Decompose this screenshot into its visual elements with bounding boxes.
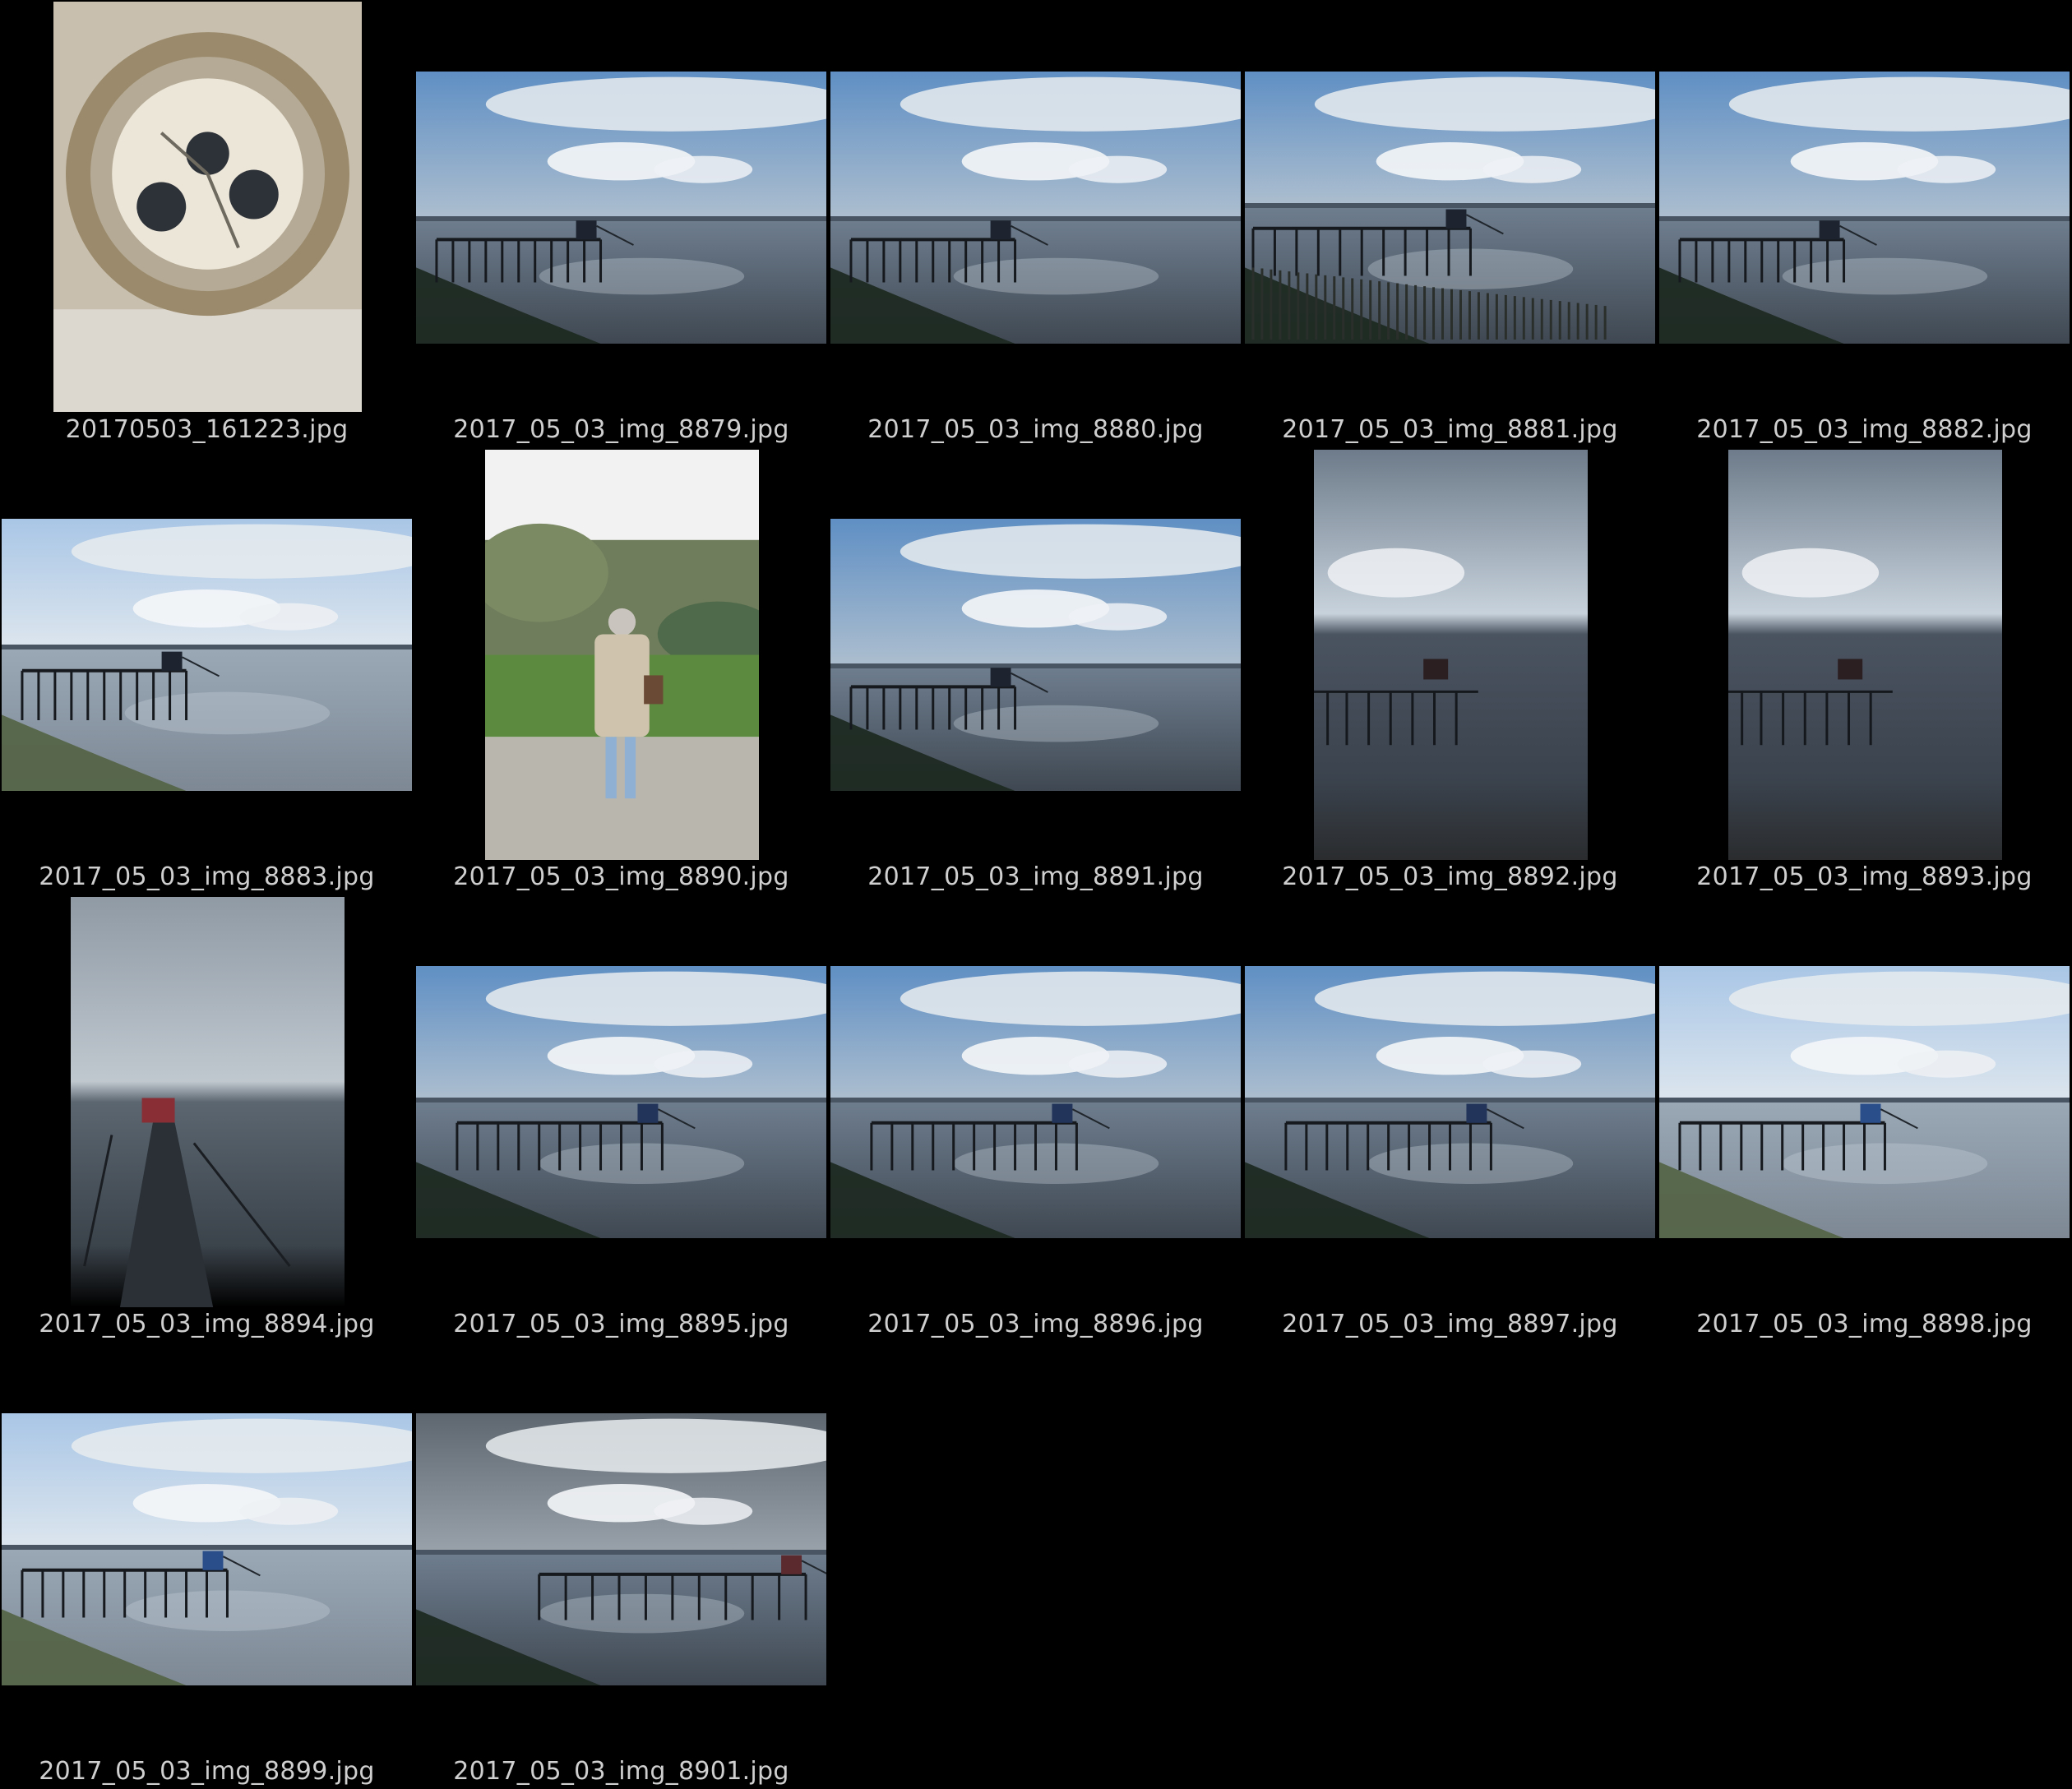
thumbnail-image[interactable] [416,72,826,344]
thumbnail-image[interactable] [1245,966,1655,1238]
thumbnail-filename: 2017_05_03_img_8883.jpg [39,862,375,891]
thumbnail-image[interactable] [1659,966,2070,1238]
thumbnail-filename: 2017_05_03_img_8894.jpg [39,1310,375,1338]
thumbnail-image[interactable] [1314,450,1588,860]
thumbnail-filename: 2017_05_03_img_8899.jpg [39,1757,375,1786]
thumbnail-image[interactable] [53,2,362,412]
thumbnail-image[interactable] [830,966,1241,1238]
thumbnail-image[interactable] [2,1413,412,1685]
thumbnail-image[interactable] [1728,450,2002,860]
thumbnail-filename: 2017_05_03_img_8882.jpg [1696,415,2033,444]
thumbnail-image[interactable] [71,897,345,1307]
thumbnail-image[interactable] [416,1413,826,1685]
thumbnail-filename: 20170503_161223.jpg [65,415,349,444]
thumbnail-image[interactable] [485,450,759,860]
thumbnail-filename: 2017_05_03_img_8880.jpg [867,415,1204,444]
thumbnail-filename: 2017_05_03_img_8898.jpg [1696,1310,2033,1338]
thumbnail-filename: 2017_05_03_img_8891.jpg [867,862,1204,891]
thumbnail-image[interactable] [1245,72,1655,344]
thumbnail-filename: 2017_05_03_img_8879.jpg [453,415,789,444]
thumbnail-image[interactable] [2,519,412,791]
thumbnail-filename: 2017_05_03_img_8896.jpg [867,1310,1204,1338]
thumbnail-filename: 2017_05_03_img_8890.jpg [453,862,789,891]
thumbnail-image[interactable] [416,966,826,1238]
thumbnail-filename: 2017_05_03_img_8892.jpg [1282,862,1618,891]
thumbnail-filename: 2017_05_03_img_8893.jpg [1696,862,2033,891]
thumbnail-image[interactable] [1659,72,2070,344]
thumbnail-filename: 2017_05_03_img_8901.jpg [453,1757,789,1786]
thumbnail-image[interactable] [830,72,1241,344]
thumbnail-filename: 2017_05_03_img_8897.jpg [1282,1310,1618,1338]
thumbnail-filename: 2017_05_03_img_8895.jpg [453,1310,789,1338]
thumbnail-image[interactable] [830,519,1241,791]
thumbnail-filename: 2017_05_03_img_8881.jpg [1282,415,1618,444]
